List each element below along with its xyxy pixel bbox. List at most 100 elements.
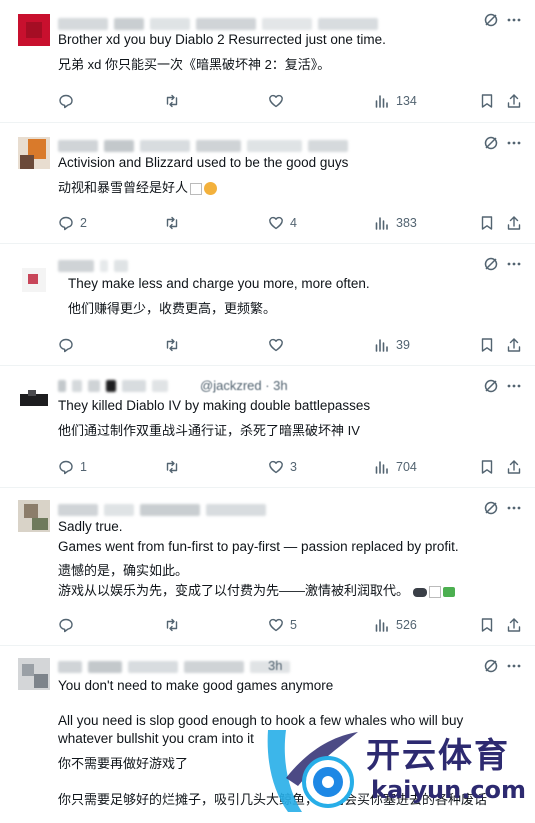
reply-icon (59, 94, 73, 109)
reply-button[interactable] (58, 93, 80, 109)
translate-icon[interactable] (483, 135, 499, 151)
bookmark-button[interactable] (479, 459, 495, 475)
retweet-button[interactable] (164, 459, 186, 475)
bookmark-button[interactable] (479, 337, 495, 353)
tweet-text: Sadly true. (58, 519, 123, 534)
like-icon (269, 216, 283, 230)
share-icon (507, 94, 521, 108)
more-icon[interactable] (506, 658, 522, 674)
like-icon (269, 460, 283, 474)
like-button[interactable]: 4 (268, 215, 297, 231)
bookmark-icon (481, 338, 493, 352)
avatar[interactable] (18, 264, 50, 296)
like-icon (269, 338, 283, 352)
emoji-face-icon (204, 182, 218, 196)
views-button[interactable]: 134 (374, 93, 417, 109)
translate-icon[interactable] (483, 378, 499, 394)
tweet-5[interactable]: Sadly true. Games went from fun-first to… (0, 488, 535, 646)
reply-button[interactable] (58, 617, 80, 633)
retweet-icon (166, 338, 178, 352)
bookmark-icon (481, 94, 493, 108)
retweet-icon (166, 216, 178, 230)
views-icon (375, 619, 388, 632)
avatar[interactable] (18, 137, 50, 169)
more-icon[interactable] (506, 135, 522, 151)
translate-icon[interactable] (483, 500, 499, 516)
translate-icon[interactable] (483, 658, 499, 674)
bookmark-button[interactable] (479, 617, 495, 633)
retweet-icon (166, 618, 178, 632)
tweet-translation: 你不需要再做好游戏了 (58, 756, 189, 771)
tweet-text: Brother xd you buy Diablo 2 Resurrected … (58, 32, 386, 47)
more-icon[interactable] (506, 378, 522, 394)
author-header[interactable] (58, 503, 266, 517)
share-icon (507, 460, 521, 474)
author-header[interactable] (58, 139, 348, 153)
tweet-1[interactable]: Brother xd you buy Diablo 2 Resurrected … (0, 0, 535, 123)
like-button[interactable]: 3 (268, 459, 297, 475)
tweet-translation: 游戏从以娱乐为先，变成了以付费为先——激情被利润取代。 (58, 582, 456, 601)
translate-icon[interactable] (483, 256, 499, 272)
tweet-translation: 动视和暴雪曾经是好人 (58, 179, 218, 197)
avatar[interactable] (18, 500, 50, 532)
avatar[interactable] (18, 658, 50, 690)
more-icon[interactable] (506, 12, 522, 28)
retweet-button[interactable] (164, 93, 186, 109)
bookmark-button[interactable] (479, 215, 495, 231)
reply-button[interactable] (58, 337, 80, 353)
like-button[interactable]: 5 (268, 617, 297, 633)
share-icon (507, 338, 521, 352)
reply-button[interactable]: 2 (58, 215, 87, 231)
views-button[interactable]: 383 (374, 215, 417, 231)
broken-image-icon (190, 182, 203, 195)
views-button[interactable]: 704 (374, 459, 417, 475)
tweet-4[interactable]: @jackzred · 3h They killed Diablo IV by … (0, 366, 535, 488)
tweet-3[interactable]: They make less and charge you more, more… (0, 244, 535, 366)
views-icon (375, 339, 388, 352)
like-icon (269, 94, 283, 108)
share-button[interactable] (506, 617, 522, 633)
share-button[interactable] (506, 215, 522, 231)
bookmark-icon (481, 618, 493, 632)
like-button[interactable] (268, 93, 290, 109)
retweet-button[interactable] (164, 337, 186, 353)
tweet-text: Games went from fun-first to pay-first —… (58, 539, 459, 554)
views-button[interactable]: 526 (374, 617, 417, 633)
tweet-2[interactable]: Activision and Blizzard used to be the g… (0, 123, 535, 244)
reply-icon (59, 460, 73, 475)
bookmark-icon (481, 216, 493, 230)
views-button[interactable]: 39 (374, 337, 410, 353)
views-icon (375, 95, 388, 108)
retweet-button[interactable] (164, 617, 186, 633)
watermark-k-icon (267, 730, 358, 812)
author-handle[interactable]: 3h (268, 658, 282, 673)
retweet-button[interactable] (164, 215, 186, 231)
like-button[interactable] (268, 337, 290, 353)
watermark-url: kaiyun.com (371, 776, 527, 804)
watermark-title: 开云体育 (366, 736, 510, 776)
author-header[interactable] (58, 259, 128, 273)
action-bar: 39 (58, 337, 524, 355)
watermark-logo: 开云体育 kaiyun.com (258, 718, 535, 823)
avatar[interactable] (18, 14, 50, 46)
author-handle[interactable]: @jackzred · 3h (200, 378, 288, 393)
translate-icon[interactable] (483, 12, 499, 28)
share-icon (507, 216, 521, 230)
share-button[interactable] (506, 337, 522, 353)
share-button[interactable] (506, 93, 522, 109)
like-icon (269, 618, 283, 632)
author-header[interactable] (58, 17, 378, 31)
tweet-translation: 兄弟 xd 你只能买一次《暗黑破坏神 2：复活》。 (58, 57, 331, 72)
reply-button[interactable]: 1 (58, 459, 87, 475)
share-icon (507, 618, 521, 632)
share-button[interactable] (506, 459, 522, 475)
more-icon[interactable] (506, 500, 522, 516)
author-header[interactable] (58, 660, 290, 674)
avatar[interactable] (18, 384, 50, 416)
action-bar: 1 3 704 (58, 459, 524, 477)
bookmark-icon (481, 460, 493, 474)
bookmark-button[interactable] (479, 93, 495, 109)
author-header[interactable] (58, 379, 168, 393)
more-icon[interactable] (506, 256, 522, 272)
retweet-icon (166, 94, 178, 108)
